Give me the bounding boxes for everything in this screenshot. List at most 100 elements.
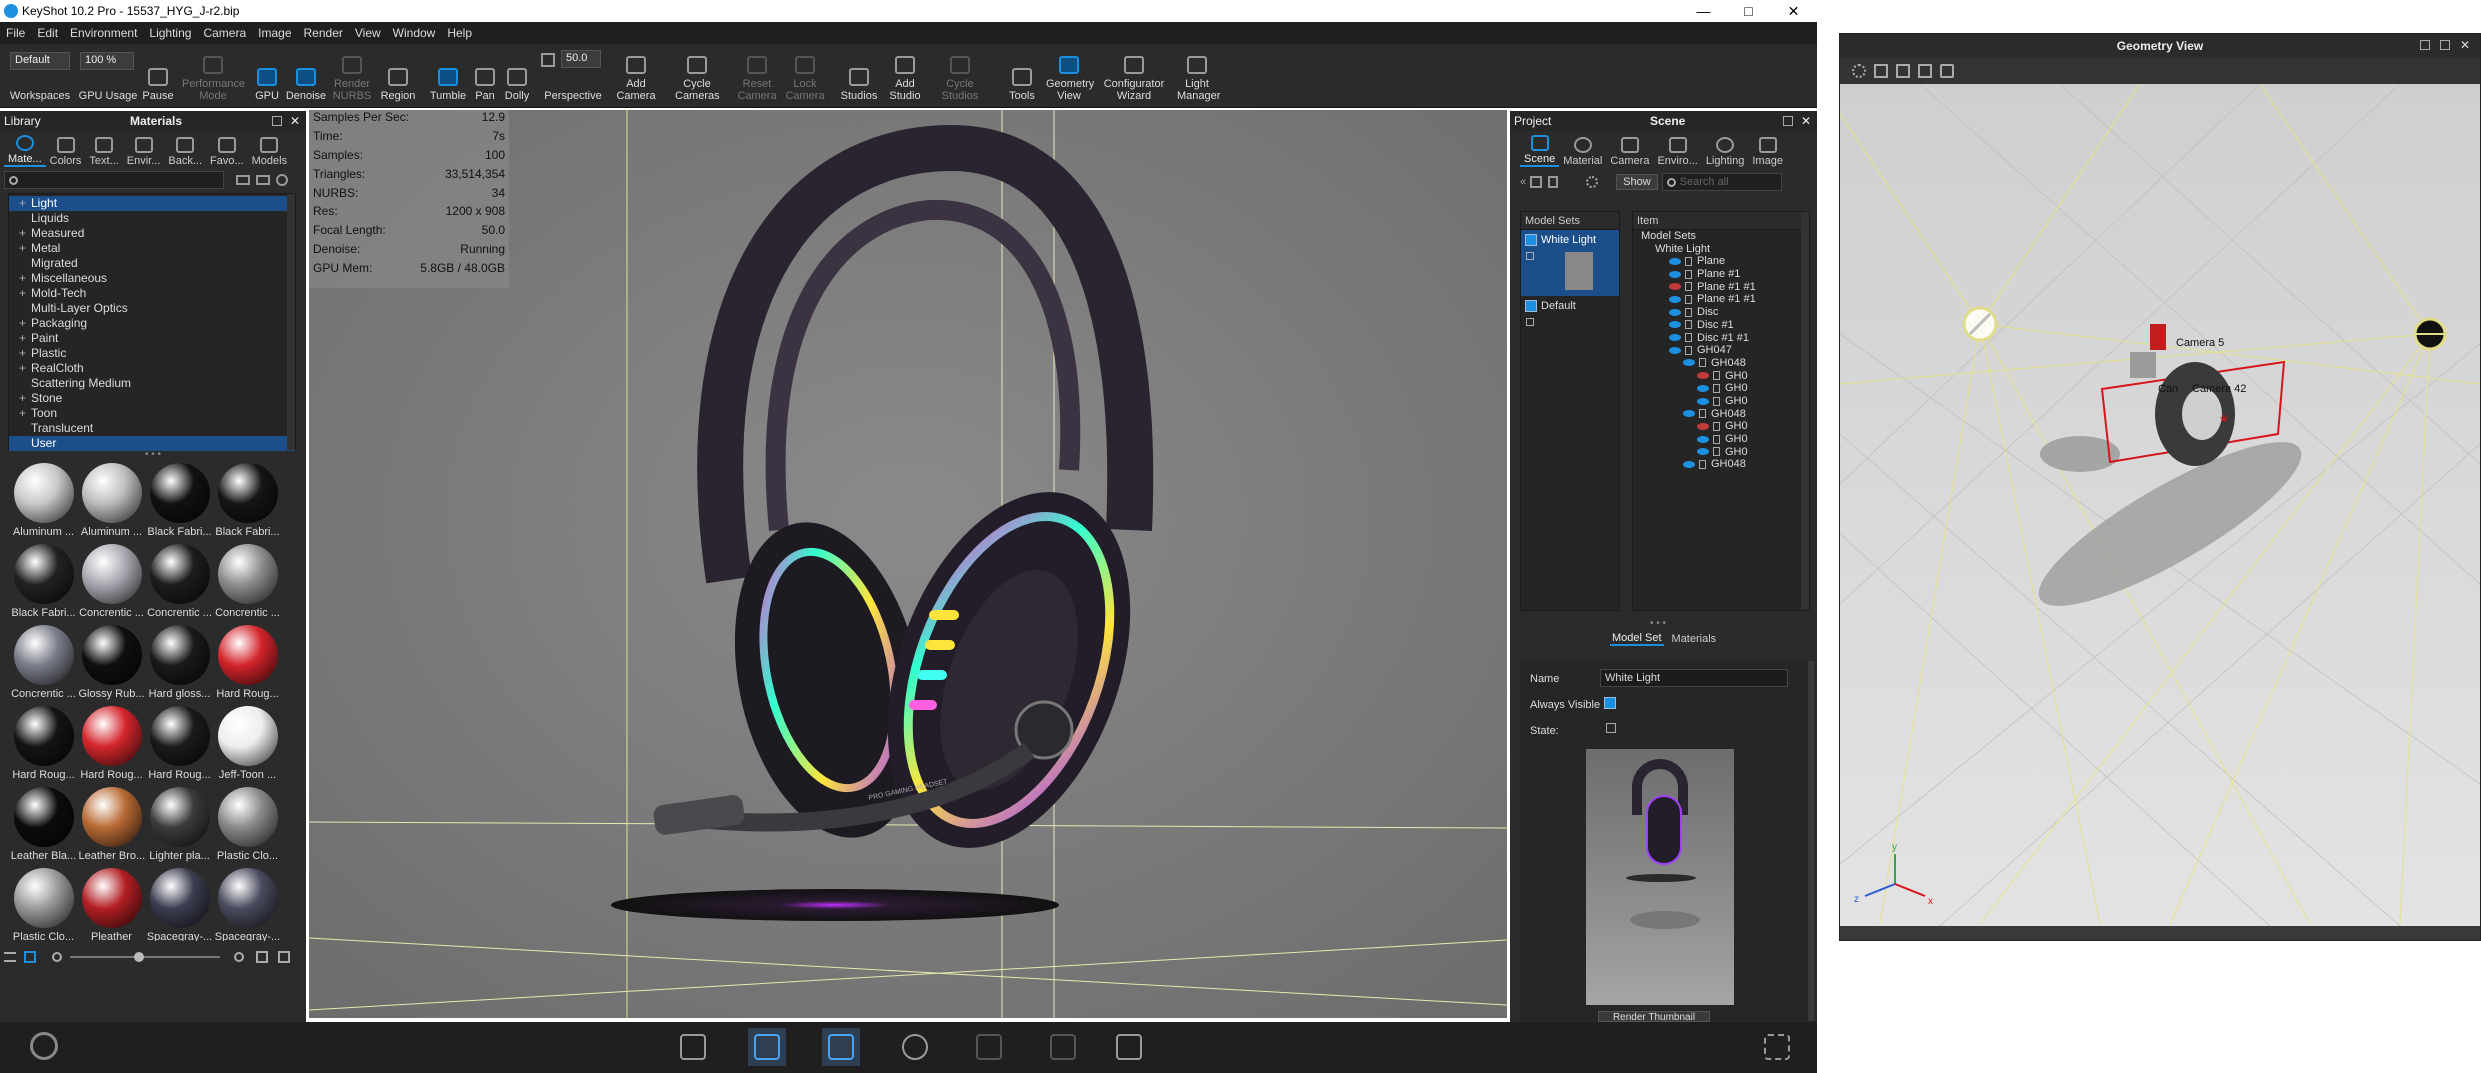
region-button[interactable]: Region	[376, 44, 420, 108]
folder-item[interactable]: + Miscellaneous	[9, 271, 295, 286]
folder-item[interactable]: + Mold-Tech	[9, 286, 295, 301]
menu-camera[interactable]: Camera	[197, 26, 252, 40]
scene-item[interactable]: GH0	[1633, 433, 1809, 446]
tab-models[interactable]: Models	[248, 137, 291, 167]
menu-render[interactable]: Render	[298, 26, 349, 40]
expand-icon[interactable]: +	[19, 271, 29, 286]
material-thumbnail[interactable]: Hard Roug...	[146, 704, 213, 785]
material-thumbnail[interactable]: Jeff-Toon ...	[214, 704, 281, 785]
zoom-in-icon[interactable]	[234, 952, 244, 962]
visibility-eye-icon[interactable]	[1697, 422, 1709, 430]
tab-environments[interactable]: Envir...	[123, 137, 165, 167]
expand-icon[interactable]: +	[19, 346, 29, 361]
scene-item[interactable]: GH0	[1633, 395, 1809, 408]
material-thumbnail[interactable]: Black Fabri...	[10, 542, 77, 623]
visibility-eye-icon[interactable]	[1669, 257, 1681, 265]
material-thumbnail[interactable]: Spacegray-...	[146, 866, 213, 941]
visibility-eye-icon[interactable]	[1683, 359, 1695, 367]
splitter-handle[interactable]: • • •	[0, 450, 306, 461]
close-icon[interactable]: ✕	[2460, 38, 2470, 52]
scene-item[interactable]: Model Sets	[1633, 230, 1809, 243]
material-thumbnail[interactable]: Glossy Rub...	[78, 623, 145, 704]
geo-cube-icon[interactable]	[1874, 64, 1888, 78]
material-thumbnail[interactable]: Black Fabri...	[146, 461, 213, 542]
subtab-materials[interactable]: Materials	[1672, 633, 1717, 645]
tumble-button[interactable]: Tumble	[426, 44, 470, 108]
settings-gear-icon[interactable]	[1586, 176, 1599, 188]
visibility-eye-icon[interactable]	[1669, 283, 1681, 291]
visibility-eye-icon[interactable]	[1697, 372, 1709, 380]
expand-icon[interactable]: +	[19, 331, 29, 346]
close-panel-icon[interactable]: ✕	[1801, 114, 1811, 128]
add-model-set-icon[interactable]	[1530, 176, 1543, 188]
expand-icon[interactable]: +	[19, 316, 29, 331]
tab-favorites[interactable]: Favo...	[206, 137, 248, 167]
add-folder-icon[interactable]	[256, 175, 270, 185]
model-set-default[interactable]: Default	[1521, 296, 1619, 336]
folder-item[interactable]: + Toon	[9, 406, 295, 421]
scene-item[interactable]: Disc	[1633, 306, 1809, 319]
lock-camera-button[interactable]: Lock Camera	[782, 44, 828, 108]
grid-view-icon[interactable]	[24, 951, 36, 963]
folder-item[interactable]: + Paint	[9, 331, 295, 346]
scene-item[interactable]: GH0	[1633, 370, 1809, 383]
zoom-out-icon[interactable]	[52, 952, 62, 962]
close-button[interactable]: ✕	[1771, 0, 1816, 22]
screenshot-button[interactable]	[1110, 1028, 1148, 1066]
geo-lights-icon[interactable]	[1918, 64, 1932, 78]
render-thumbnail-button[interactable]: Render Thumbnail	[1598, 1011, 1710, 1022]
import-library-icon[interactable]	[256, 951, 268, 963]
name-input[interactable]: White Light	[1600, 669, 1788, 687]
material-thumbnail[interactable]: Concrentic ...	[78, 542, 145, 623]
material-thumbnail[interactable]: Lighter pla...	[146, 785, 213, 866]
tree-scrollbar[interactable]	[287, 194, 295, 450]
tree-scrollbar[interactable]	[1801, 212, 1809, 610]
splitter-handle[interactable]: • • •	[1650, 618, 1666, 629]
show-button[interactable]: Show	[1616, 174, 1658, 190]
material-thumbnail[interactable]: Plastic Clo...	[10, 866, 77, 941]
lock-icon[interactable]	[1526, 252, 1534, 260]
geometry-view-button[interactable]: Geometry View	[1044, 44, 1094, 108]
tab-camera[interactable]: Camera	[1606, 137, 1653, 167]
close-panel-icon[interactable]: ✕	[290, 114, 300, 128]
maximize-button[interactable]: □	[1726, 0, 1771, 22]
material-thumbnail[interactable]: Hard Roug...	[214, 623, 281, 704]
scene-search-input[interactable]: Search all	[1661, 173, 1782, 191]
expand-icon[interactable]: +	[19, 226, 29, 241]
folder-item[interactable]: + Packaging	[9, 316, 295, 331]
folder-item[interactable]: + Metal	[9, 241, 295, 256]
tab-material[interactable]: Material	[1559, 137, 1606, 167]
folder-item[interactable]: + Measured	[9, 226, 295, 241]
denoise-button[interactable]: Denoise	[284, 44, 328, 108]
expand-icon[interactable]: +	[19, 196, 29, 211]
visibility-eye-icon[interactable]	[1683, 460, 1695, 468]
material-thumbnail[interactable]: Spacegray-...	[214, 866, 281, 941]
folder-item[interactable]: User	[9, 436, 295, 451]
scene-item[interactable]: GH048	[1633, 458, 1809, 471]
add-studio-button[interactable]: Add Studio	[884, 44, 926, 108]
thumbnail-size-slider[interactable]	[70, 952, 220, 962]
collapse-icon[interactable]: «	[1520, 176, 1526, 188]
always-visible-checkbox[interactable]	[1604, 697, 1616, 709]
menu-help[interactable]: Help	[441, 26, 478, 40]
list-view-icon[interactable]	[4, 952, 16, 962]
expand-icon[interactable]: +	[19, 391, 29, 406]
material-thumbnail[interactable]: Concrentic ...	[10, 623, 77, 704]
scene-item[interactable]: GH047	[1633, 344, 1809, 357]
menu-file[interactable]: File	[0, 26, 31, 40]
scene-item[interactable]: GH0	[1633, 446, 1809, 459]
scene-item[interactable]: Disc #1	[1633, 319, 1809, 332]
minimize-button[interactable]: —	[1681, 0, 1726, 22]
white-light-checkbox[interactable]	[1525, 233, 1537, 246]
scene-item[interactable]: Plane #1	[1633, 268, 1809, 281]
performance-mode-button[interactable]: Performance Mode	[178, 44, 248, 108]
geo-settings-icon[interactable]	[1852, 64, 1866, 78]
geo-camera-icon[interactable]	[1896, 64, 1910, 78]
studios-button[interactable]: Studios	[836, 44, 882, 108]
maximize-icon[interactable]	[2440, 40, 2450, 50]
delete-icon[interactable]	[1548, 176, 1559, 188]
scene-item[interactable]: Plane #1 #1	[1633, 293, 1809, 306]
property-scrollbar[interactable]	[1808, 661, 1814, 1021]
default-checkbox[interactable]	[1525, 299, 1537, 312]
visibility-eye-icon[interactable]	[1697, 435, 1709, 443]
